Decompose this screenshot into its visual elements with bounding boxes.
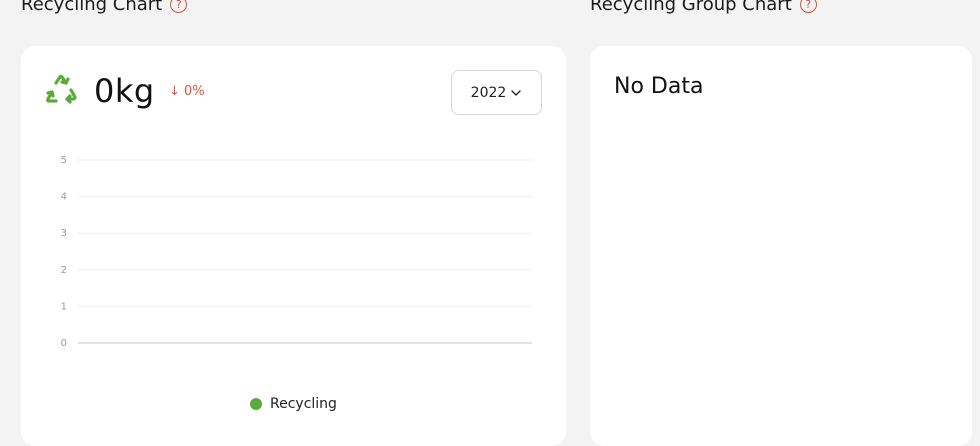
y-tick-label: 0 xyxy=(61,338,67,349)
recycling-group-chart-title-wrap: Recycling Group Chart ? xyxy=(590,0,817,15)
recycling-chart-card: 0kg ↓ 0% 2022 012345 Recycling xyxy=(21,46,566,446)
recycling-group-chart-title: Recycling Group Chart xyxy=(590,0,792,15)
y-tick-label: 4 xyxy=(61,192,67,203)
legend-label: Recycling xyxy=(270,396,337,412)
recycling-line-chart: 0 1 2 3 4 5 xyxy=(61,155,532,349)
chart-legend[interactable]: Recycling xyxy=(250,396,337,412)
no-data-message: No Data xyxy=(614,74,704,99)
recycling-group-chart-card: No Data xyxy=(590,46,972,446)
recycling-chart-title: Recycling Chart xyxy=(21,0,163,15)
help-icon[interactable]: ? xyxy=(799,0,817,13)
y-tick-label: 3 xyxy=(61,228,67,239)
y-tick-label: 5 xyxy=(61,155,67,166)
y-tick-label: 2 xyxy=(61,265,67,276)
help-icon[interactable]: ? xyxy=(170,0,188,13)
legend-dot xyxy=(250,398,262,410)
y-tick-label: 1 xyxy=(61,301,67,312)
recycling-chart-title-wrap: Recycling Chart ? xyxy=(21,0,188,15)
